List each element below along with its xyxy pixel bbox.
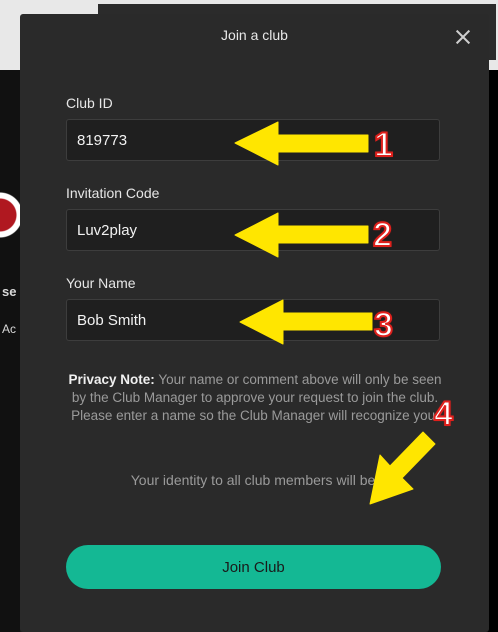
join-club-button[interactable]: Join Club (66, 545, 441, 589)
your-name-label: Your Name (66, 275, 136, 291)
identity-text: Your identity to all club members will b… (130, 472, 380, 488)
background-logo-icon (0, 175, 22, 255)
modal-title: Join a club (221, 27, 288, 43)
annotation-number-2: 2 (372, 215, 393, 255)
annotation-number-3: 3 (373, 305, 394, 345)
background-text-2: Ac (2, 322, 17, 336)
annotation-number-4: 4 (433, 394, 454, 434)
close-icon[interactable] (454, 28, 472, 46)
privacy-note: Privacy Note: Your name or comment above… (60, 371, 450, 425)
join-club-modal: Join a club Club ID Invitation Code Your… (20, 14, 489, 632)
background-text-1: se (2, 284, 17, 299)
background-left-panel (0, 70, 20, 632)
privacy-note-heading: Privacy Note: (68, 372, 155, 387)
modal-header: Join a club (20, 14, 489, 60)
annotation-number-1: 1 (373, 125, 394, 165)
invitation-code-label: Invitation Code (66, 185, 160, 201)
club-id-label: Club ID (66, 95, 113, 111)
